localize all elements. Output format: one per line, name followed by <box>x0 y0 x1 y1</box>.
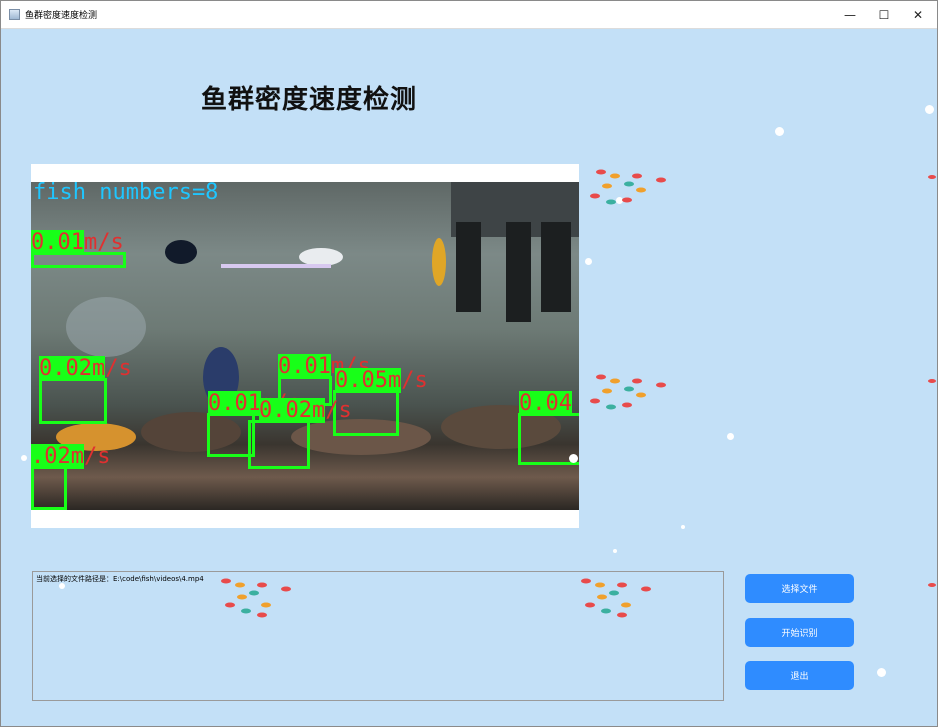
select-file-button[interactable]: 选择文件 <box>745 574 854 603</box>
title-bar: 鱼群密度速度检测 — ☐ ✕ <box>1 1 937 29</box>
bubble-decoration <box>569 454 578 463</box>
bubble-decoration <box>59 583 65 589</box>
bubble-decoration <box>681 525 685 529</box>
speed-label: 0.02m/s <box>39 356 132 381</box>
close-button[interactable]: ✕ <box>901 1 935 28</box>
video-frame-image: fish numbers=8 0.01m/s 0.02m/s 0.01m/s 0… <box>31 182 579 510</box>
fish-school-decoration <box>581 578 651 618</box>
bubble-decoration <box>585 258 592 265</box>
bubble-decoration <box>21 455 27 461</box>
fish-count-overlay: fish numbers=8 <box>33 182 219 205</box>
page-title: 鱼群密度速度检测 <box>201 85 418 115</box>
speed-label: 0.05m/s <box>335 368 428 393</box>
fish-decoration <box>928 583 936 587</box>
speed-label: 0.01m/s <box>31 230 124 255</box>
bubble-decoration <box>925 105 934 114</box>
bubble-decoration <box>877 668 886 677</box>
fish-school-decoration <box>590 374 666 410</box>
speed-label: .02m/s <box>31 444 111 469</box>
bubble-decoration <box>727 433 734 440</box>
detection-box <box>248 420 310 469</box>
app-window: 鱼群密度速度检测 — ☐ ✕ 鱼群密度速度检测 fish numbers=8 0… <box>0 0 938 727</box>
exit-button[interactable]: 退出 <box>745 661 854 690</box>
maximize-button[interactable]: ☐ <box>867 1 901 28</box>
start-detection-button[interactable]: 开始识别 <box>745 618 854 647</box>
bubble-decoration <box>613 549 617 553</box>
speed-label: 0.02m/s <box>259 398 352 423</box>
window-title: 鱼群密度速度检测 <box>25 11 98 21</box>
fish-school-decoration <box>590 169 666 205</box>
fish-decoration <box>928 175 936 179</box>
bubble-decoration <box>775 127 784 136</box>
fish-school-decoration <box>221 578 291 618</box>
fish-decoration <box>928 379 936 383</box>
app-icon <box>9 9 20 20</box>
speed-label: 0.04 <box>519 391 572 416</box>
detection-box <box>31 466 67 510</box>
minimize-button[interactable]: — <box>833 1 867 28</box>
detection-box <box>39 378 107 424</box>
video-panel: fish numbers=8 0.01m/s 0.02m/s 0.01m/s 0… <box>31 164 579 528</box>
